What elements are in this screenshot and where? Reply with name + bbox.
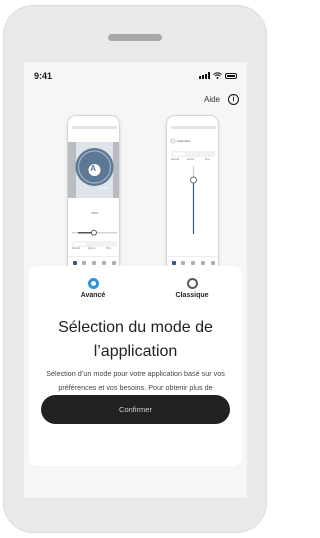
option-advanced[interactable]: Avancé	[68, 278, 118, 299]
radio-selected-icon[interactable]	[87, 278, 99, 289]
app-screen: 9:41 Aide i A Normal Autres Plus Automat…	[24, 62, 247, 498]
confirm-button[interactable]: Confirmer	[41, 395, 230, 424]
option-classic-label[interactable]: Classique	[175, 292, 208, 299]
help-area[interactable]: Aide i	[204, 94, 239, 105]
option-classic[interactable]: Classique	[167, 278, 217, 299]
help-label[interactable]: Aide	[204, 95, 220, 104]
option-advanced-label[interactable]: Avancé	[81, 292, 106, 299]
classic-preview-tab-3: Plus	[205, 158, 210, 161]
status-icons	[199, 72, 237, 79]
status-time: 9:41	[34, 71, 53, 81]
advanced-preview-tab-3: Plus	[106, 247, 111, 250]
advanced-preview-tab-1: Normal	[72, 247, 81, 250]
advanced-preview-letter: A	[90, 163, 97, 173]
status-bar: 9:41	[24, 62, 247, 86]
phone-speaker	[108, 34, 162, 41]
classic-preview-tab-2: Autres	[187, 158, 195, 161]
classic-preview-tab-1: Normal	[171, 158, 180, 161]
advanced-mode-preview[interactable]: A Normal Autres Plus	[67, 115, 120, 272]
signal-icon	[199, 72, 210, 79]
radio-unselected-icon[interactable]	[186, 278, 198, 289]
advanced-preview-tab-2: Autres	[88, 247, 96, 250]
info-icon[interactable]: i	[228, 94, 239, 105]
modal-title: Sélection du mode de l’application	[58, 319, 213, 360]
classic-mode-preview[interactable]: Automatic Normal Autres Plus	[166, 115, 219, 272]
classic-preview-program: Automatic	[177, 139, 191, 143]
classic-preview-drawing	[167, 126, 218, 265]
battery-icon	[225, 72, 237, 79]
wifi-icon	[213, 72, 222, 79]
